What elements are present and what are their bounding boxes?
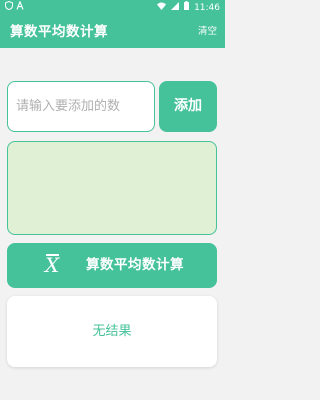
number-input-box[interactable] [7, 81, 155, 132]
mean-symbol-icon: X [45, 253, 60, 277]
battery-icon [184, 0, 190, 16]
add-button[interactable]: 添加 [159, 81, 217, 132]
calculate-mean-label: 算数平均数计算 [86, 257, 184, 273]
clear-button[interactable]: 清空 [198, 16, 217, 48]
calculate-mean-button[interactable]: X 算数平均数计算 [7, 243, 217, 288]
wifi-icon [157, 0, 167, 16]
result-card: 无结果 [7, 296, 217, 367]
status-time: 11:46 [194, 3, 220, 13]
result-text: 无结果 [92, 324, 132, 339]
status-right: 11:46 [157, 0, 220, 16]
page-title: 算数平均数计算 [10, 24, 108, 40]
shield-icon [5, 0, 13, 16]
number-input[interactable] [8, 82, 154, 131]
a-icon [16, 0, 24, 16]
app-bar: 算数平均数计算 清空 [0, 16, 225, 48]
status-left-icons [5, 0, 24, 16]
signal-icon [171, 0, 180, 16]
status-bar: 11:46 [0, 0, 225, 16]
numbers-list [7, 141, 217, 235]
